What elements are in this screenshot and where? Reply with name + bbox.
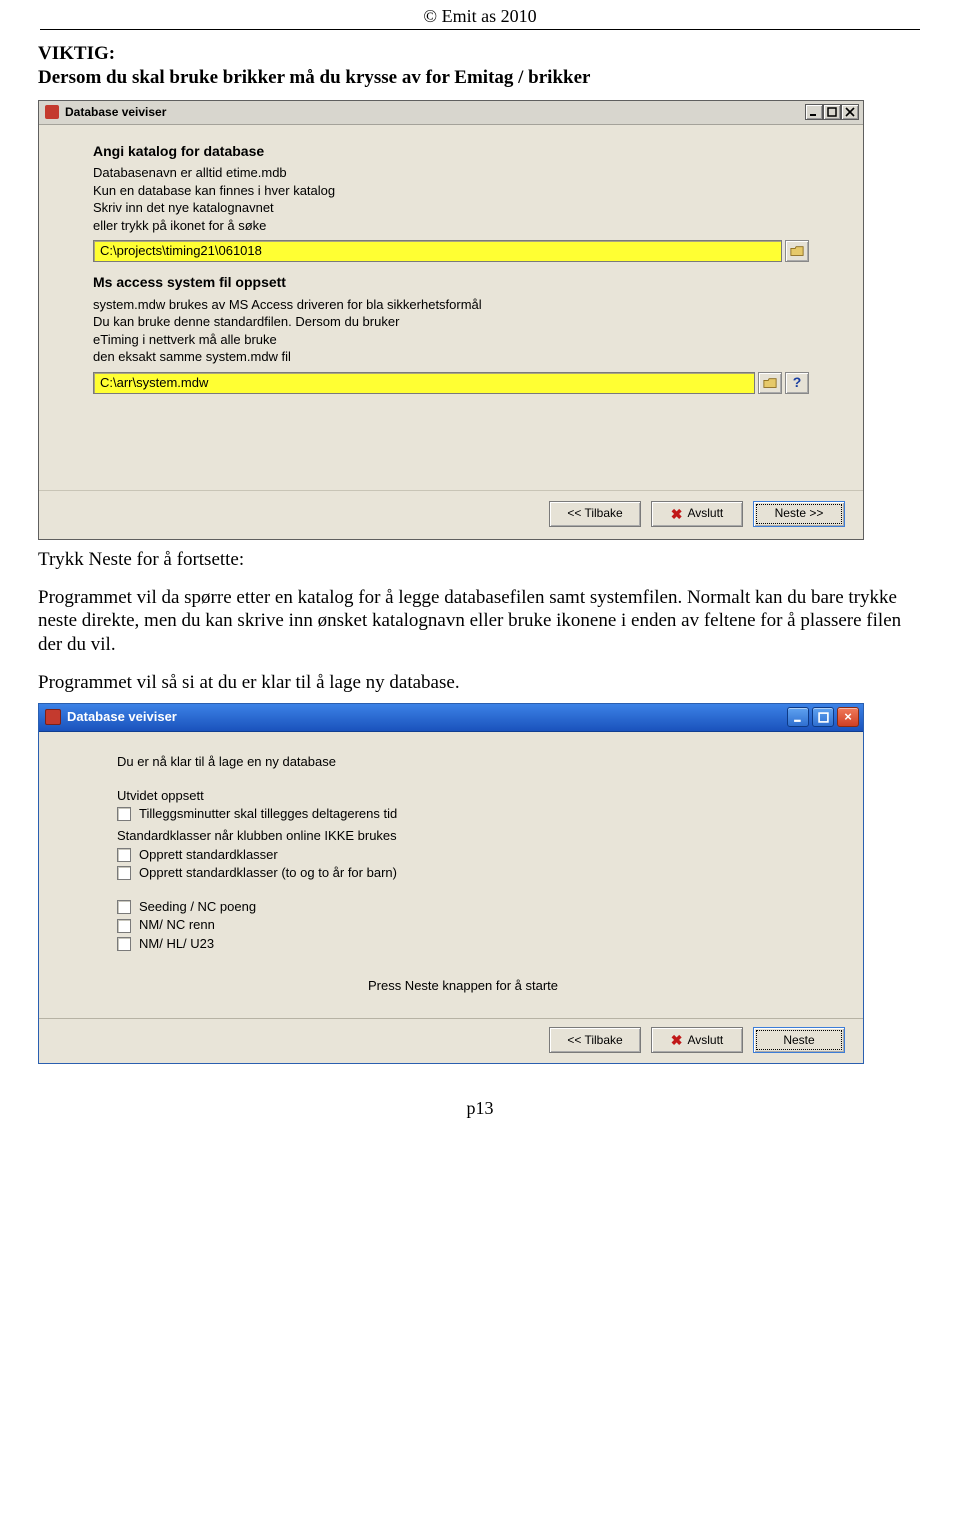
checkbox-seeding-nc[interactable] [117,900,131,914]
ready-heading: Du er nå klar til å lage en ny database [117,754,809,770]
minimize-button[interactable] [805,104,823,120]
checkbox-row: Opprett standardklasser [117,847,809,863]
section2-line: Du kan bruke denne standardfilen. Dersom… [93,313,809,331]
section1-line: eller trykk på ikonet for å søke [93,217,809,235]
checkbox-label: Seeding / NC poeng [139,899,256,915]
maximize-button[interactable] [823,104,841,120]
section1-heading: Angi katalog for database [93,143,809,161]
x-icon: ✖ [671,507,683,521]
section2-line: den eksakt samme system.mdw fil [93,348,809,366]
wizard-window-2: Database veiviser × Du er nå klar til å … [38,703,864,1065]
next-button[interactable]: Neste >> [753,501,845,527]
press-next-hint: Press Neste knappen for å starte [117,978,809,994]
checkbox-row: NM/ HL/ U23 [117,936,809,952]
checkbox-row: NM/ NC renn [117,917,809,933]
close-button[interactable]: × [837,707,859,727]
checkbox-row: Opprett standardklasser (to og to år for… [117,865,809,881]
cancel-button[interactable]: ✖Avslutt [651,1027,743,1053]
checkbox-label: Opprett standardklasser [139,847,278,863]
checkbox-label: NM/ HL/ U23 [139,936,214,952]
wizard-window-1: Database veiviser Angi katalog for datab… [38,100,864,540]
caption-trykk-neste: Trykk Neste for å fortsette: [38,548,922,572]
folder-icon [763,377,777,389]
paragraph-catalog-info: Programmet vil da spørre etter en katalo… [38,586,922,657]
page-number: p13 [0,1076,960,1129]
checkbox-row: Seeding / NC poeng [117,899,809,915]
section1-line: Databasenavn er alltid etime.mdb [93,164,809,182]
checkbox-tilleggsminutter[interactable] [117,807,131,821]
app-icon [45,709,61,725]
checkbox-label: Opprett standardklasser (to og to år for… [139,865,397,881]
checkbox-nm-nc-renn[interactable] [117,919,131,933]
checkbox-label: Tilleggsminutter skal tillegges deltager… [139,806,397,822]
maximize-button[interactable] [812,707,834,727]
checkbox-nm-hl-u23[interactable] [117,937,131,951]
next-button[interactable]: Neste [753,1027,845,1053]
back-button[interactable]: << Tilbake [549,1027,641,1053]
folder-icon [790,245,804,257]
titlebar: Database veiviser × [39,704,863,732]
x-icon: ✖ [671,1033,683,1047]
checkbox-label: NM/ NC renn [139,917,215,933]
checkbox-row: Tilleggsminutter skal tillegges deltager… [117,806,809,822]
window-title: Database veiviser [67,709,781,725]
checkbox-opprett-standardklasser[interactable] [117,848,131,862]
section2-line: eTiming i nettverk må alle bruke [93,331,809,349]
database-path-input[interactable]: C:\projects\timing21\061018 [93,240,782,262]
checkbox-opprett-standardklasser-barn[interactable] [117,866,131,880]
titlebar: Database veiviser [39,101,863,125]
cancel-button[interactable]: ✖Avslutt [651,501,743,527]
section-utvidet-heading: Utvidet oppsett [117,788,809,804]
paragraph-ready: Programmet vil så si at du er klar til å… [38,671,922,695]
section1-line: Skriv inn det nye katalognavnet [93,199,809,217]
section2-line: system.mdw brukes av MS Access driveren … [93,296,809,314]
browse-folder-button[interactable] [758,372,782,394]
window-title: Database veiviser [65,105,799,120]
browse-folder-button[interactable] [785,240,809,262]
help-button[interactable]: ? [785,372,809,394]
question-icon: ? [793,374,802,392]
close-button[interactable] [841,104,859,120]
viktig-body: Dersom du skal bruke brikker må du kryss… [38,66,922,90]
section-standardklasser-heading: Standardklasser når klubben online IKKE … [117,828,809,844]
back-button[interactable]: << Tilbake [549,501,641,527]
system-mdw-path-input[interactable]: C:\arr\system.mdw [93,372,755,394]
close-icon: × [844,709,852,725]
section2-heading: Ms access system fil oppsett [93,274,809,292]
page-copyright: © Emit as 2010 [40,0,920,30]
section1-line: Kun en database kan finnes i hver katalo… [93,182,809,200]
minimize-button[interactable] [787,707,809,727]
app-icon [45,105,59,119]
viktig-label: VIKTIG: [38,42,922,66]
